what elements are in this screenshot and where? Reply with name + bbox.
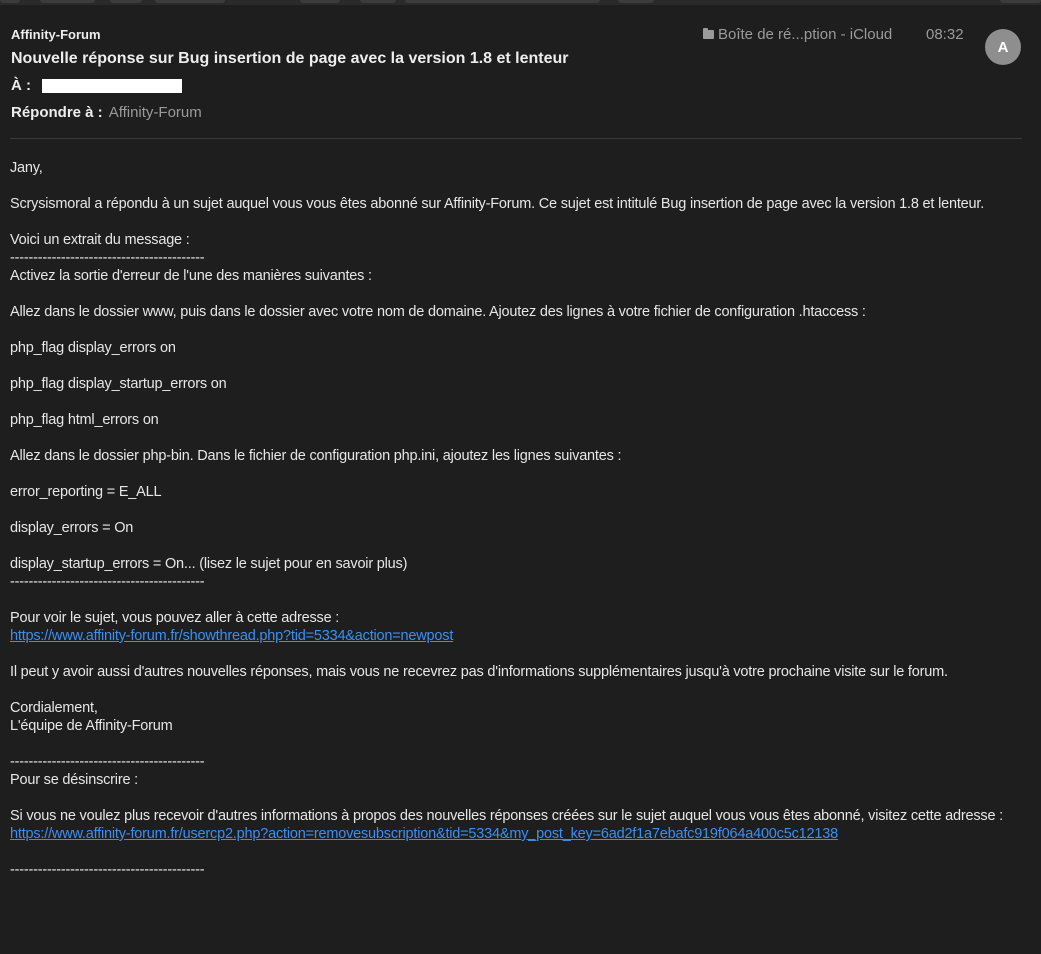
- excerpt-line: Activez la sortie d'erreur de l'une des …: [10, 268, 372, 284]
- view-topic-label: Pour voir le sujet, vous pouvez aller à …: [10, 610, 340, 626]
- message-body: Jany, Scrysismoral a répondu à un sujet …: [10, 159, 1020, 879]
- unsubscribe-text: Si vous ne voulez plus recevoir d'autres…: [10, 808, 1003, 824]
- header-divider: [10, 138, 1022, 139]
- excerpt-line: php_flag html_errors on: [10, 412, 159, 428]
- message-subject: Nouvelle réponse sur Bug insertion de pa…: [11, 50, 569, 67]
- excerpt-line: error_reporting = E_ALL: [10, 484, 162, 500]
- separator-line: ----------------------------------------…: [10, 862, 205, 878]
- separator-line: ----------------------------------------…: [10, 574, 205, 590]
- folder-icon: [703, 28, 714, 39]
- intro-paragraph: Scrysismoral a répondu à un sujet auquel…: [10, 196, 985, 212]
- excerpt-line: display_startup_errors = On... (lisez le…: [10, 556, 408, 572]
- separator-line: ----------------------------------------…: [10, 250, 205, 266]
- redacted-recipient: [42, 79, 182, 93]
- excerpt-line: display_errors = On: [10, 520, 134, 536]
- reply-to-value[interactable]: Affinity-Forum: [109, 104, 202, 121]
- to-row: À :: [11, 77, 182, 97]
- to-label: À :: [11, 77, 31, 94]
- unsubscribe-link[interactable]: https://www.affinity-forum.fr/usercp2.ph…: [10, 826, 838, 842]
- regards: Cordialement,: [10, 700, 98, 716]
- message-time: 08:32: [926, 26, 964, 43]
- view-topic-link[interactable]: https://www.affinity-forum.fr/showthread…: [10, 628, 453, 644]
- mailbox-indicator[interactable]: Boîte de ré...ption - iCloud: [703, 26, 892, 43]
- message-header: Affinity-Forum Nouvelle réponse sur Bug …: [0, 0, 1041, 140]
- excerpt-label: Voici un extrait du message :: [10, 232, 190, 248]
- greeting: Jany,: [10, 160, 43, 176]
- excerpt-line: Allez dans le dossier php-bin. Dans le f…: [10, 448, 622, 464]
- unsubscribe-label: Pour se désinscrire :: [10, 772, 138, 788]
- excerpt-line: php_flag display_startup_errors on: [10, 376, 227, 392]
- team-signature: L'équipe de Affinity-Forum: [10, 718, 173, 734]
- other-replies-paragraph: Il peut y avoir aussi d'autres nouvelles…: [10, 664, 948, 680]
- excerpt-line: Allez dans le dossier www, puis dans le …: [10, 304, 866, 320]
- sender-name[interactable]: Affinity-Forum: [11, 27, 101, 42]
- reply-to-label: Répondre à :: [11, 104, 103, 121]
- separator-line: ----------------------------------------…: [10, 754, 205, 770]
- mailbox-name: Boîte de ré...ption - iCloud: [718, 26, 893, 43]
- excerpt-line: php_flag display_errors on: [10, 340, 176, 356]
- sender-avatar[interactable]: A: [985, 29, 1021, 65]
- reply-to-row: Répondre à : Affinity-Forum: [11, 104, 202, 121]
